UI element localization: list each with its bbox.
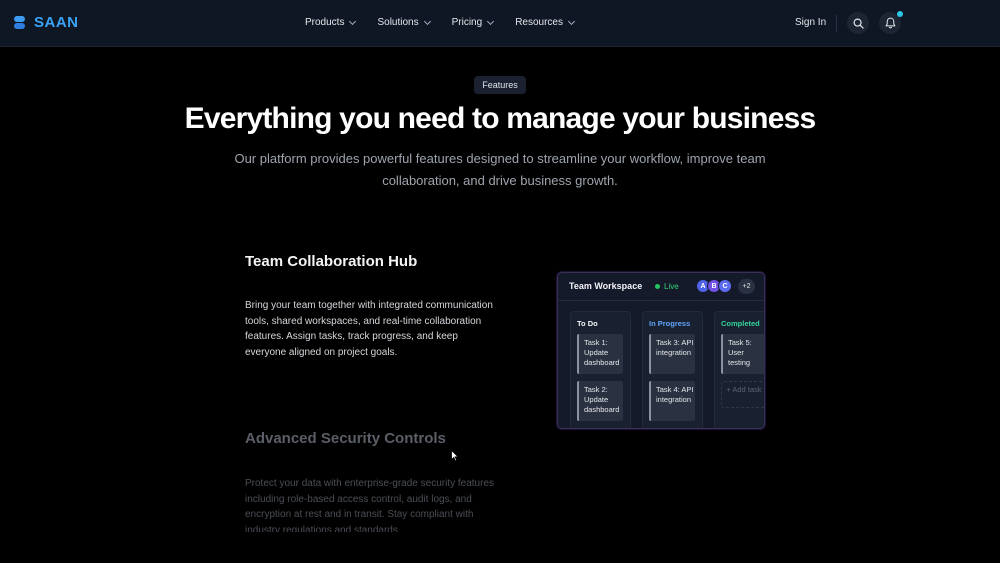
- nav-divider: [836, 15, 837, 32]
- logo-icon: [14, 15, 26, 30]
- feature-description-security: Protect your data with enterprise-grade …: [245, 478, 495, 532]
- menu-item-label: Solutions: [377, 17, 419, 28]
- avatar-group: A B C: [696, 279, 732, 293]
- chevron-down-icon: [349, 17, 357, 25]
- chevron-down-icon: [487, 17, 495, 25]
- menu-item-resources[interactable]: Resources: [515, 17, 576, 28]
- feature-title-collaboration: Team Collaboration Hub: [245, 253, 418, 270]
- task-card[interactable]: Task 2: Update dashboard: [577, 381, 623, 421]
- menu-item-solutions[interactable]: Solutions: [377, 17, 431, 28]
- notifications-button[interactable]: [879, 11, 903, 34]
- page-subtitle: Our platform provides powerful features …: [234, 151, 766, 188]
- team-workspace-card: Team Workspace Live A B C +2 To Do Task …: [557, 272, 765, 429]
- avatar[interactable]: C: [718, 279, 732, 293]
- bell-icon: [885, 17, 895, 29]
- features-badge: Features: [474, 76, 526, 94]
- main-menu: Products Solutions Pricing Resources: [305, 17, 596, 28]
- chevron-down-icon: [423, 17, 431, 25]
- workspace-title: Team Workspace: [569, 281, 643, 291]
- menu-item-pricing[interactable]: Pricing: [451, 17, 495, 28]
- menu-item-label: Products: [305, 17, 345, 28]
- menu-item-label: Pricing: [451, 17, 483, 28]
- feature-description-collaboration: Bring your team together with integrated…: [245, 300, 493, 359]
- task-card[interactable]: Task 1: Update dashboard: [577, 334, 623, 374]
- column-title: Completed: [721, 319, 760, 328]
- menu-item-label: Resources: [515, 17, 563, 28]
- live-status: Live: [655, 282, 679, 291]
- column-completed: Completed Task 5: User testing + Add tas…: [714, 311, 764, 428]
- column-in-progress: In Progress Task 3: API integration Task…: [642, 311, 703, 428]
- logo-text: SAAN: [34, 14, 79, 31]
- chevron-down-icon: [567, 17, 576, 25]
- feature-title-security: Advanced Security Controls: [245, 430, 446, 447]
- page-title: Everything you need to manage your busin…: [184, 102, 817, 135]
- notification-dot: [897, 11, 903, 17]
- task-card[interactable]: Task 3: API integration: [649, 334, 695, 374]
- menu-item-products[interactable]: Products: [305, 17, 357, 28]
- live-dot-icon: [655, 284, 660, 289]
- task-card[interactable]: Task 5: User testing: [721, 334, 764, 374]
- search-icon: [853, 18, 864, 29]
- more-members-badge[interactable]: +2: [738, 279, 755, 294]
- live-label: Live: [664, 282, 679, 291]
- logo[interactable]: SAAN: [14, 14, 79, 31]
- task-card[interactable]: Task 4: API integration: [649, 381, 695, 421]
- search-button[interactable]: [847, 12, 869, 34]
- top-navbar: SAAN Products Solutions Pricing Resource…: [0, 0, 1000, 47]
- workspace-header: Team Workspace Live A B C +2: [558, 273, 764, 301]
- column-title: In Progress: [649, 319, 691, 328]
- column-todo: To Do Task 1: Update dashboard Task 2: U…: [570, 311, 631, 428]
- column-title: To Do: [577, 319, 598, 328]
- mouse-cursor-icon: [451, 450, 459, 462]
- sign-in-link[interactable]: Sign In: [795, 17, 826, 28]
- add-task-button[interactable]: + Add task: [721, 381, 764, 408]
